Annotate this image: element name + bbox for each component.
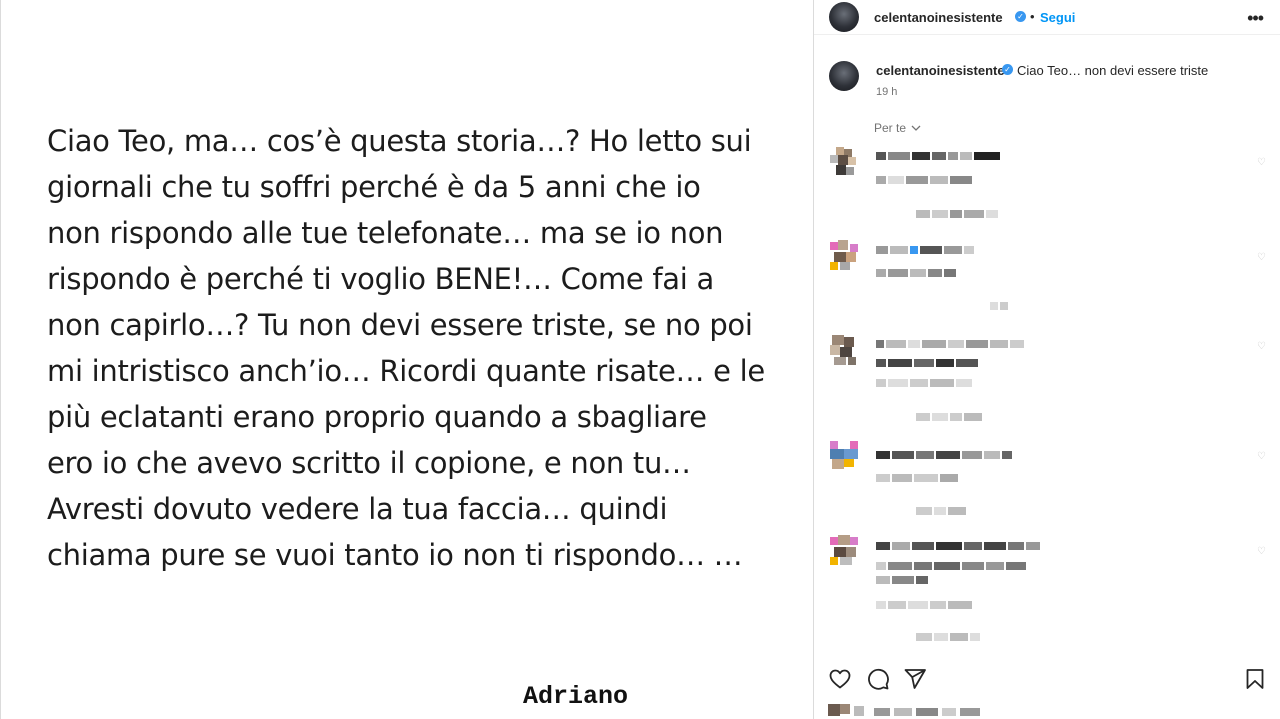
letter-line: non rispondo alle tue telefonate… ma se … <box>47 216 724 250</box>
blurred-reply-link[interactable] <box>916 413 984 421</box>
post-letter-text: Ciao Teo, ma… cos’è questa storia…? Ho l… <box>47 118 787 578</box>
separator-dot: • <box>1030 9 1035 24</box>
letter-line: Avresti dovuto vedere la tua faccia… qui… <box>47 492 668 526</box>
blurred-comment-text <box>876 246 976 254</box>
post-image: Ciao Teo, ma… cos’è questa storia…? Ho l… <box>0 0 813 719</box>
comments-filter-button[interactable]: Per te <box>874 121 921 135</box>
caption-username[interactable]: celentanoinesistente <box>876 63 1005 78</box>
blurred-comment-text <box>876 176 974 184</box>
blurred-avatar[interactable] <box>830 335 860 365</box>
letter-line: Ciao Teo, ma… cos’è questa storia…? Ho l… <box>47 124 752 158</box>
blurred-reply-link[interactable] <box>916 507 968 515</box>
heart-icon[interactable] <box>828 667 852 691</box>
letter-line: ero io che avevo scritto il copione, e n… <box>47 446 691 480</box>
blurred-comment-text <box>876 340 1026 348</box>
follow-button[interactable]: Segui <box>1040 10 1075 25</box>
blurred-avatar[interactable] <box>830 147 860 177</box>
blurred-reply-link[interactable] <box>990 302 1010 310</box>
caption-avatar[interactable] <box>829 61 859 91</box>
bookmark-icon[interactable] <box>1243 667 1267 691</box>
verified-badge-icon: ✓ <box>1015 11 1026 22</box>
comment-like-icon[interactable]: ♡ <box>1257 546 1266 557</box>
blurred-avatar[interactable] <box>830 240 860 270</box>
share-icon[interactable] <box>903 667 927 691</box>
blurred-reply-link[interactable] <box>916 210 1000 218</box>
letter-line: rispondo è perché ti voglio BENE!… Come … <box>47 262 714 296</box>
blurred-comment-text <box>876 474 960 482</box>
header-username[interactable]: celentanoinesistente <box>874 10 1003 25</box>
letter-line: mi intristisco anch’io… Ricordi quante r… <box>47 354 765 388</box>
blurred-comment-text <box>876 562 1028 570</box>
blurred-avatar[interactable] <box>830 535 860 565</box>
blurred-avatar[interactable] <box>830 441 860 471</box>
post-sidebar: celentanoinesistente ✓ • Segui ••• celen… <box>813 0 1280 719</box>
blurred-comment-text <box>876 359 980 367</box>
blurred-comment-text <box>876 601 974 609</box>
letter-signature: Adriano <box>523 682 629 711</box>
comment-icon[interactable] <box>866 667 890 691</box>
blurred-reply-link[interactable] <box>916 633 982 641</box>
comments-filter-label: Per te <box>874 121 907 135</box>
letter-line: chiama pure se vuoi tanto io non ti risp… <box>47 538 743 572</box>
letter-line: non capirlo…? Tu non devi essere triste,… <box>47 308 753 342</box>
post-header: celentanoinesistente ✓ • Segui ••• <box>814 0 1280 35</box>
comment-like-icon[interactable]: ♡ <box>1257 157 1266 168</box>
letter-line: più eclatanti erano proprio quando a sba… <box>47 400 707 434</box>
blurred-likes-row <box>828 704 1008 716</box>
comment-like-icon[interactable]: ♡ <box>1257 252 1266 263</box>
blurred-comment-text <box>876 576 930 584</box>
blurred-comment-text <box>876 451 1014 459</box>
caption-text: Ciao Teo… non devi essere triste <box>1017 63 1209 78</box>
letter-line: giornali che tu soffri perché è da 5 ann… <box>47 170 701 204</box>
comment-like-icon[interactable]: ♡ <box>1257 451 1266 462</box>
blurred-comment-text <box>876 152 1002 160</box>
comment-like-icon[interactable]: ♡ <box>1257 341 1266 352</box>
caption-time[interactable]: 19 h <box>876 86 897 98</box>
blurred-comment-text <box>876 269 958 277</box>
verified-badge-icon: ✓ <box>1002 64 1013 75</box>
post-actions-bar <box>814 665 1280 693</box>
chevron-down-icon <box>911 125 921 131</box>
avatar[interactable] <box>829 2 859 32</box>
more-options-icon[interactable]: ••• <box>1247 8 1264 29</box>
blurred-comment-text <box>876 542 1042 550</box>
blurred-comment-text <box>876 379 974 387</box>
